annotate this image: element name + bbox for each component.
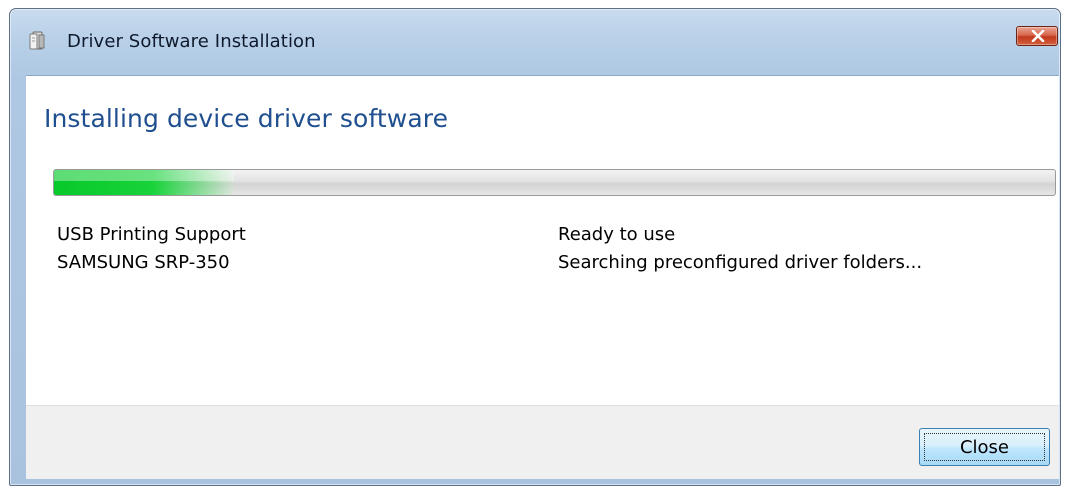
driver-install-icon [29,31,47,51]
window-title: Driver Software Installation [67,31,316,52]
install-progress-bar [53,169,1056,196]
button-bar: Close [26,405,1059,479]
dialog-window: Driver Software Installation Installing … [9,8,1061,486]
title-bar[interactable]: Driver Software Installation [10,9,1060,75]
device-status-1: Ready to use [558,224,676,245]
page-title: Installing device driver software [44,104,449,133]
progress-fill [54,170,235,195]
title-close-button[interactable] [1016,26,1058,46]
content-panel: Installing device driver software USB Pr… [26,75,1059,406]
close-icon [1031,30,1045,42]
device-name-2: SAMSUNG SRP-350 [57,252,230,273]
close-button-label: Close [959,436,1010,458]
close-button[interactable]: Close [919,428,1050,466]
device-status-2: Searching preconfigured driver folders..… [558,252,923,273]
device-name-1: USB Printing Support [57,224,246,245]
